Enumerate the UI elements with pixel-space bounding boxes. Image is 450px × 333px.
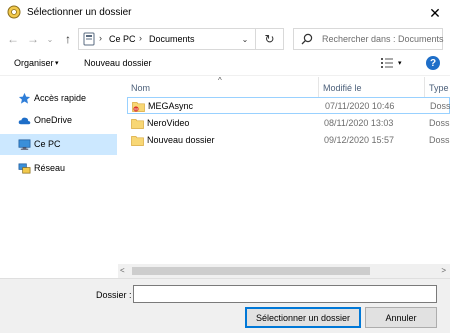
command-toolbar: Organiser ▾ Nouveau dossier ▾ ?: [0, 52, 450, 76]
chevron-right-icon: ›: [99, 33, 102, 43]
title-bar: Sélectionner un dossier ✕: [0, 0, 450, 26]
app-icon: [7, 5, 21, 19]
arrow-right-icon: →: [27, 32, 39, 46]
arrow-left-icon: ←: [7, 32, 19, 46]
list-item[interactable]: Nouveau dossier 09/12/2020 15:57 Dossi: [127, 132, 450, 149]
sidebar-item-label: OneDrive: [34, 115, 73, 125]
search-icon: [301, 33, 313, 45]
address-bar[interactable]: › Ce PC › Documents ⌄ ↻: [78, 28, 284, 50]
chevron-down-icon: ⌄: [241, 34, 249, 44]
cancel-button[interactable]: Annuler: [365, 307, 437, 328]
folder-icon: [131, 136, 144, 146]
file-name: NeroVideo: [147, 118, 190, 128]
star-icon: [18, 92, 31, 104]
file-name: Nouveau dossier: [147, 135, 215, 145]
navigation-bar: ← → ⌄ ↑ › Ce PC › Documents ⌄ ↻ Recherch…: [0, 26, 450, 52]
address-dropdown-button[interactable]: ⌄: [238, 32, 252, 46]
chevron-down-icon: ⌄: [46, 34, 54, 44]
help-button[interactable]: ?: [426, 56, 440, 70]
close-icon: ✕: [429, 4, 441, 21]
scroll-left-icon[interactable]: <: [120, 266, 125, 275]
folder-field[interactable]: [133, 285, 437, 303]
list-item[interactable]: M MEGAsync 07/11/2020 10:46 Dossi: [127, 97, 450, 114]
sidebar-item-label: Ce PC: [34, 139, 61, 149]
network-icon: [18, 163, 31, 174]
new-folder-button[interactable]: Nouveau dossier: [84, 58, 152, 68]
column-header-name[interactable]: Nom: [131, 83, 150, 93]
close-button[interactable]: ✕: [420, 0, 450, 26]
column-header-modified[interactable]: Modifié le: [323, 83, 362, 93]
svg-text:M: M: [134, 107, 137, 112]
folder-icon: [131, 119, 144, 129]
scrollbar-thumb[interactable]: [132, 267, 370, 275]
column-header-row: ^ Nom Modifié le Type: [121, 76, 450, 97]
folder-icon: M: [132, 102, 145, 112]
computer-icon: [18, 139, 31, 150]
file-modified-date: 09/12/2020 15:57: [324, 135, 395, 145]
file-name: MEGAsync: [148, 101, 194, 111]
file-type: Dossi: [429, 118, 450, 128]
horizontal-scrollbar[interactable]: < >: [118, 264, 450, 278]
sidebar-item-onedrive[interactable]: OneDrive: [0, 110, 117, 131]
list-item[interactable]: NeroVideo 08/11/2020 13:03 Dossi: [127, 115, 450, 132]
chevron-down-icon: ▾: [55, 60, 59, 67]
search-input[interactable]: Rechercher dans : Documents: [322, 34, 444, 44]
breadcrumb-documents[interactable]: Documents: [149, 34, 195, 44]
file-modified-date: 07/11/2020 10:46: [325, 101, 395, 111]
up-button[interactable]: ↑: [59, 30, 77, 48]
navigation-pane: Accès rapide OneDrive Ce PC Réseau: [0, 77, 118, 277]
back-button[interactable]: ←: [4, 30, 22, 48]
organize-button[interactable]: Organiser: [14, 58, 54, 68]
folder-label: Dossier :: [96, 290, 132, 300]
computer-icon: [83, 32, 95, 46]
sort-ascending-icon: ^: [218, 76, 222, 85]
sidebar-item-label: Accès rapide: [34, 93, 87, 103]
chevron-right-icon: ›: [139, 33, 142, 43]
cloud-icon: [18, 117, 31, 125]
chevron-down-icon[interactable]: ▾: [398, 59, 402, 67]
file-list: ^ Nom Modifié le Type M MEGAsync 07/11/2…: [121, 76, 450, 277]
column-header-type[interactable]: Type: [429, 83, 449, 93]
search-box[interactable]: Rechercher dans : Documents: [293, 28, 444, 50]
window-title: Sélectionner un dossier: [27, 7, 132, 18]
sidebar-item-reseau[interactable]: Réseau: [0, 158, 117, 179]
file-type: Dossi: [429, 135, 450, 145]
scroll-right-icon[interactable]: >: [441, 266, 446, 275]
recent-locations-button[interactable]: ⌄: [44, 30, 56, 48]
column-divider[interactable]: [318, 77, 319, 97]
forward-button[interactable]: →: [24, 30, 42, 48]
view-options-icon[interactable]: [380, 56, 394, 70]
refresh-icon: ↻: [264, 32, 275, 46]
dialog-footer: Dossier : Sélectionner un dossier Annule…: [0, 278, 450, 333]
column-divider[interactable]: [424, 77, 425, 97]
arrow-up-icon: ↑: [65, 32, 71, 46]
sidebar-item-ce-pc[interactable]: Ce PC: [0, 134, 117, 155]
sidebar-item-label: Réseau: [34, 163, 66, 173]
refresh-button[interactable]: ↻: [255, 29, 283, 49]
breadcrumb-ce-pc[interactable]: Ce PC: [109, 34, 136, 44]
sidebar-item-acces-rapide[interactable]: Accès rapide: [0, 88, 117, 109]
help-icon: ?: [429, 57, 437, 69]
select-folder-button[interactable]: Sélectionner un dossier: [245, 307, 361, 328]
file-type: Dossi: [430, 101, 450, 111]
file-modified-date: 08/11/2020 13:03: [324, 118, 394, 128]
